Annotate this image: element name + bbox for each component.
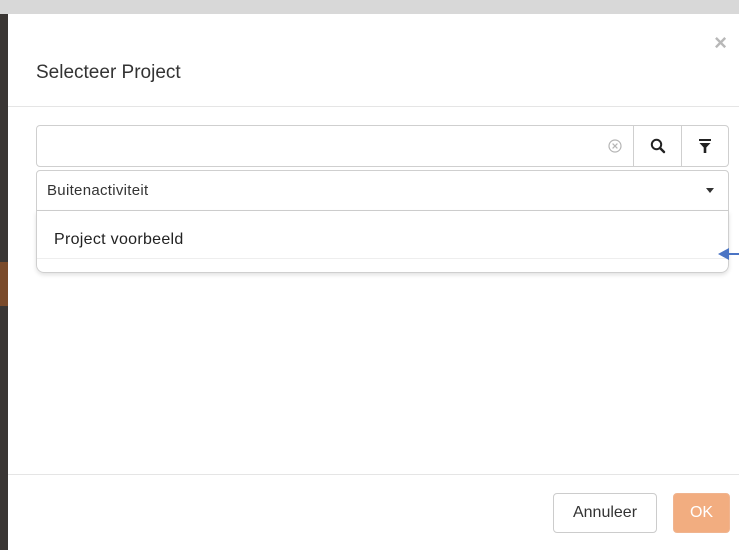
modal-header: Selecteer Project × xyxy=(8,14,739,107)
filter-icon xyxy=(699,139,711,153)
search-icon xyxy=(650,138,665,154)
arrow-left-icon xyxy=(718,248,739,260)
category-select-value: Buitenactiviteit xyxy=(47,182,149,199)
background-accent xyxy=(0,262,8,306)
list-item[interactable]: Project voorbeeld xyxy=(37,211,728,259)
list-item-label: Project voorbeeld xyxy=(54,231,184,248)
background-toolbar xyxy=(0,0,739,14)
project-list: Project voorbeeld xyxy=(36,211,729,273)
cancel-button[interactable]: Annuleer xyxy=(553,493,657,533)
modal-footer: Annuleer OK xyxy=(8,474,739,550)
search-input[interactable] xyxy=(37,126,597,166)
search-group xyxy=(36,125,729,167)
chevron-down-icon xyxy=(706,188,714,193)
select-project-modal: Selecteer Project × Buitenactiviteit Pro… xyxy=(8,14,739,550)
filter-button[interactable] xyxy=(681,126,728,166)
modal-title: Selecteer Project xyxy=(36,62,181,83)
search-button[interactable] xyxy=(633,126,681,166)
clear-search-icon[interactable] xyxy=(597,126,633,166)
close-icon[interactable]: × xyxy=(714,32,727,54)
ok-button[interactable]: OK xyxy=(673,493,730,533)
category-select[interactable]: Buitenactiviteit xyxy=(36,170,729,211)
